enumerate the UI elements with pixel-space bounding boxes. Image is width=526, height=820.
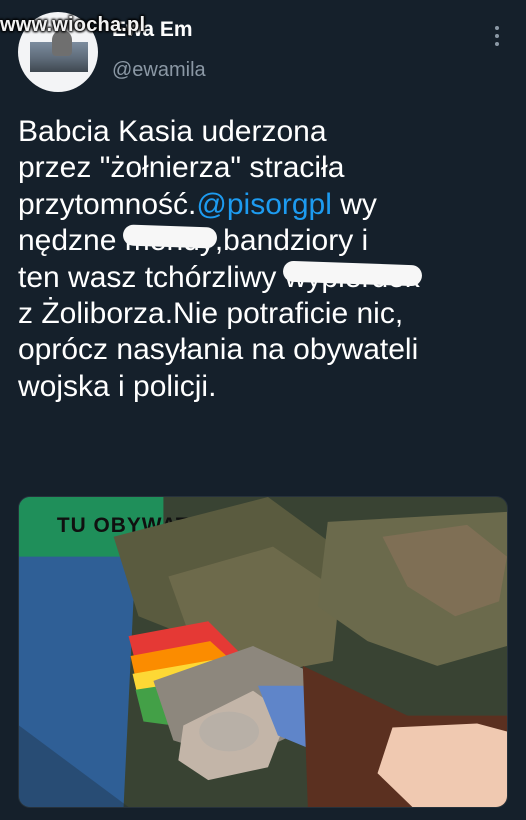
tweet-photo-illustration: TU OBYWATELE xyxy=(19,497,507,807)
tweet-line-6: z Żoliborza.Nie potraficie nic, xyxy=(18,297,404,331)
tweet-body: Babcia Kasia uderzona przez "żołnierza" … xyxy=(18,114,503,405)
more-dot-middle xyxy=(495,34,499,38)
tweet-line-1: Babcia Kasia uderzona xyxy=(18,115,327,148)
tweet-line-4-prefix: nędzne xyxy=(18,224,125,258)
tweet-line-4: nędzne mendy,bandziory i xyxy=(18,223,503,259)
tweet-line-3: przytomność.@pisorgpl wy xyxy=(18,187,503,223)
tweet-header: www.wiocha.pl Ewa Em @ewamila xyxy=(0,0,526,100)
censored-word-2: wypierdek xyxy=(282,260,423,296)
author-username[interactable]: @ewamila xyxy=(112,59,206,82)
mention-link[interactable]: @pisorgpl xyxy=(196,188,332,221)
tweet-line-2: przez "żołnierza" straciła xyxy=(18,151,345,185)
fallen-woman-hair xyxy=(199,711,260,752)
tweet-line-4-suffix: ,bandziory i xyxy=(214,224,369,258)
tweet-line-3-suffix: wy xyxy=(331,187,377,221)
tweet-line-7: oprócz nasyłania na obywateli xyxy=(18,333,419,367)
watermark-text: www.wiocha.pl xyxy=(0,14,146,36)
censored-word-1: mendy xyxy=(122,223,218,259)
more-dot-top xyxy=(495,26,499,30)
tweet-line-5-prefix: ten wasz tchórzliwy xyxy=(18,260,285,294)
censor-bar-1 xyxy=(122,224,218,249)
tweet-line-5: ten wasz tchórzliwy wypierdek xyxy=(18,260,503,296)
tweet-card: www.wiocha.pl Ewa Em @ewamila Babcia Kas… xyxy=(0,0,526,820)
tweet-line-8: wojska i policji. xyxy=(18,369,217,403)
more-dot-bottom xyxy=(495,42,499,46)
censor-bar-2 xyxy=(282,260,423,287)
tweet-line-3-prefix: przytomność. xyxy=(18,187,197,221)
more-vertical-icon[interactable] xyxy=(488,24,506,48)
tweet-photo[interactable]: TU OBYWATELE xyxy=(18,496,508,808)
